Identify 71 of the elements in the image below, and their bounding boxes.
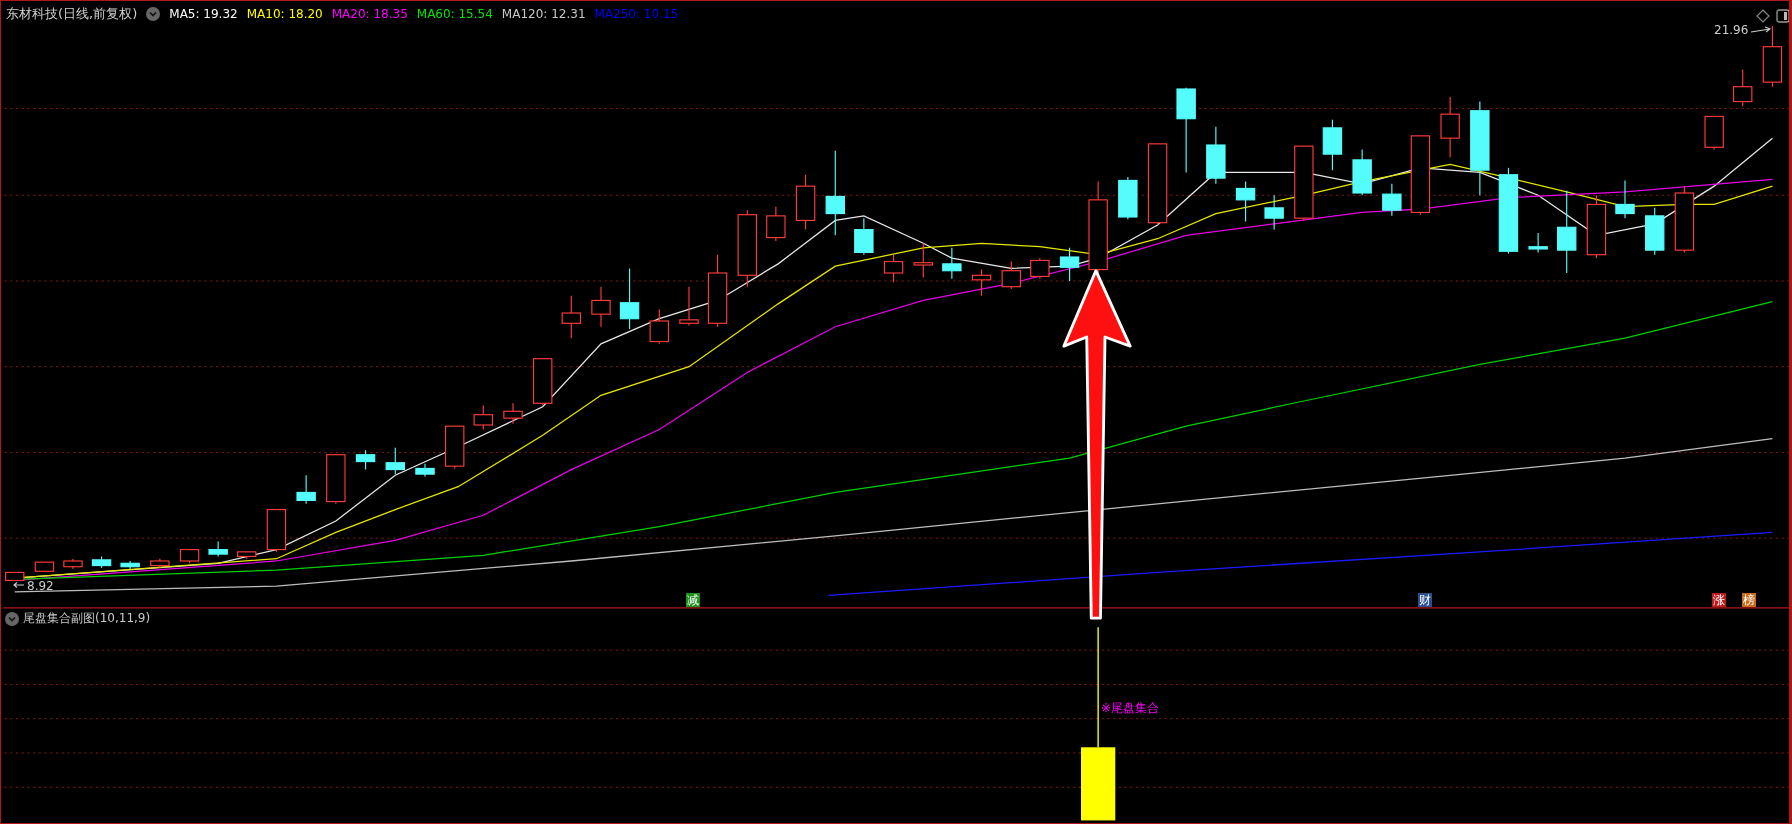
candlestick	[971, 269, 992, 297]
candlestick	[1235, 181, 1256, 223]
candlestick	[473, 405, 493, 431]
candlestick	[63, 558, 83, 570]
candlestick	[883, 254, 904, 283]
event-tag[interactable]: 财	[1418, 593, 1432, 607]
candlestick	[1762, 25, 1783, 88]
candlestick	[237, 551, 257, 560]
candlestick	[679, 286, 699, 327]
candlestick	[561, 295, 581, 339]
candlestick	[1030, 257, 1050, 280]
candlestick	[649, 309, 669, 345]
candlestick	[533, 358, 553, 407]
candlestick	[1586, 194, 1607, 259]
indicator-value: MA10: 18.20	[246, 7, 323, 21]
diamond-icon[interactable]	[1756, 9, 1770, 23]
candlestick	[854, 217, 874, 256]
candlestick	[1118, 176, 1138, 220]
candlestick	[1674, 185, 1695, 253]
event-tag[interactable]: 榜	[1742, 593, 1756, 607]
indicator-value: MA20: 18.35	[331, 7, 408, 21]
chevron-down-icon[interactable]	[5, 611, 19, 626]
low-price-label: 8.92	[27, 579, 54, 593]
candlestick	[1264, 194, 1284, 231]
candlestick	[415, 463, 435, 477]
candlestick	[179, 549, 200, 564]
candlestick	[91, 555, 112, 569]
candlestick	[150, 558, 170, 569]
candlestick	[619, 267, 640, 330]
candlestick	[1615, 179, 1635, 219]
indicator-value: MA5: 19.32	[169, 7, 238, 21]
candlestick	[1382, 183, 1402, 217]
chevron-down-icon[interactable]	[146, 7, 161, 21]
candlestick	[266, 509, 287, 553]
high-price-label: 21.96	[1714, 23, 1749, 37]
candlestick	[591, 286, 611, 328]
candlestick	[1733, 69, 1753, 107]
stock-title: 东材科技(日线,前复权)	[6, 5, 138, 23]
candlestick	[385, 447, 405, 475]
candlestick	[1704, 115, 1724, 151]
candlestick	[942, 247, 962, 280]
candlestick	[1059, 247, 1080, 282]
event-tag[interactable]: 涨	[1712, 593, 1726, 607]
candlestick	[296, 474, 316, 505]
indicator-value: MA60: 15.54	[416, 7, 493, 21]
candlestick	[1440, 96, 1460, 159]
candlestick	[766, 206, 786, 242]
panel-toggle-icon[interactable]	[1776, 9, 1789, 23]
indicator-value: MA120: 12.31	[501, 7, 586, 21]
candlestick	[445, 425, 465, 469]
event-tag[interactable]: 减	[686, 593, 700, 607]
candlestick	[120, 560, 140, 570]
candlestick	[34, 561, 55, 572]
arrow-icon	[1750, 26, 1773, 34]
indicator-value: MA250: 10.15	[594, 7, 679, 21]
candlestick	[5, 571, 25, 581]
candlestick	[503, 402, 523, 425]
candlestick	[1206, 126, 1226, 185]
candlestick	[355, 449, 376, 471]
candlestick	[1322, 119, 1343, 171]
candlestick	[795, 174, 816, 231]
candlestick	[1352, 149, 1372, 196]
signal-label: ※尾盘集合	[1101, 700, 1160, 717]
candlestick	[913, 242, 933, 279]
candlestick	[1001, 261, 1021, 290]
candlestick	[1528, 232, 1548, 253]
candlestick	[1645, 207, 1665, 256]
candlestick	[326, 454, 346, 505]
sub-chart-title: 尾盘集合副图(10,11,9)	[23, 610, 151, 627]
arrow-icon	[13, 582, 25, 590]
candlestick	[208, 541, 228, 557]
